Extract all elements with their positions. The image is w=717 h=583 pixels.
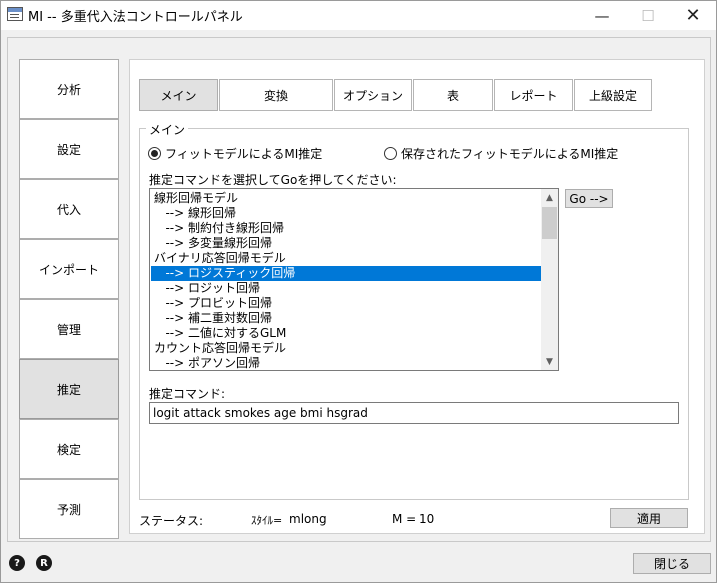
list-item[interactable]: --> プロビット回帰	[151, 296, 541, 311]
sidebar-item-estimate[interactable]: 推定	[19, 359, 119, 419]
list-item[interactable]: --> ロジスティック回帰	[151, 266, 541, 281]
list-item[interactable]: --> ロジット回帰	[151, 281, 541, 296]
close-icon: ✕	[685, 5, 701, 26]
style-label: ｽﾀｲﾙ=	[251, 514, 283, 527]
list-prompt: 推定コマンドを選択してGoを押してください:	[149, 173, 397, 187]
group-title: メイン	[146, 121, 189, 138]
minimize-button[interactable]: —	[579, 1, 625, 30]
apply-button[interactable]: 適用	[610, 508, 688, 528]
app-icon	[7, 7, 23, 21]
command-input[interactable]: logit attack smokes age bmi hsgrad	[149, 402, 679, 424]
radio-unchecked-icon	[384, 147, 397, 160]
maximize-icon: ☐	[641, 6, 655, 25]
go-button[interactable]: Go -->	[565, 189, 613, 208]
sidebar-item-label: 代入	[56, 202, 81, 217]
radio-saved-model[interactable]: 保存されたフィットモデルによるMI推定	[384, 145, 618, 162]
tab-main[interactable]: メイン	[139, 79, 218, 111]
apply-button-label: 適用	[636, 511, 661, 526]
sidebar-item-settings[interactable]: 設定	[19, 119, 119, 179]
tab-label: 変換	[263, 88, 288, 103]
tab-transform[interactable]: 変換	[219, 79, 333, 111]
sidebar-item-impute[interactable]: 代入	[19, 179, 119, 239]
minimize-icon: —	[594, 6, 610, 25]
radio-fit-model[interactable]: フィットモデルによるMI推定	[148, 145, 322, 162]
sidebar-item-label: 分析	[56, 82, 81, 97]
list-item[interactable]: --> 多変量線形回帰	[151, 236, 541, 251]
style-value: mlong	[289, 512, 327, 526]
sidebar: 分析 設定 代入 インポート 管理 推定 検定 予測	[19, 59, 119, 540]
tab-advanced[interactable]: 上級設定	[574, 79, 652, 111]
sidebar-item-label: 管理	[56, 322, 81, 337]
sidebar-item-analysis[interactable]: 分析	[19, 59, 119, 119]
list-item[interactable]: --> 二値に対するGLM	[151, 326, 541, 341]
status-label: ステータス:	[139, 514, 204, 528]
tab-label: レポート	[509, 88, 558, 103]
sidebar-item-label: 予測	[56, 502, 81, 517]
tab-options[interactable]: オプション	[334, 79, 412, 111]
list-item[interactable]: --> ポアソン回帰	[151, 356, 541, 370]
command-label: 推定コマンド:	[149, 387, 226, 401]
list-item[interactable]: --> 制約付き線形回帰	[151, 221, 541, 236]
radio-label: 保存されたフィットモデルによるMI推定	[401, 147, 619, 161]
title-bar: MI -- 多重代入法コントロールパネル — ☐ ✕	[1, 1, 716, 30]
list-item[interactable]: --> 線形回帰	[151, 206, 541, 221]
list-scrollbar[interactable]: ▲ ▼	[541, 189, 558, 370]
sidebar-item-label: インポート	[38, 262, 99, 277]
list-item[interactable]: バイナリ応答回帰モデル	[151, 251, 541, 266]
sidebar-item-label: 設定	[56, 142, 81, 157]
sidebar-item-predict[interactable]: 予測	[19, 479, 119, 539]
estimation-command-list[interactable]: 線形回帰モデル --> 線形回帰 --> 制約付き線形回帰 --> 多変量線形回…	[149, 188, 559, 371]
r-icon[interactable]: R	[36, 555, 52, 571]
radio-checked-icon	[148, 147, 161, 160]
radio-label: フィットモデルによるMI推定	[165, 147, 323, 161]
close-button[interactable]: 閉じる	[633, 553, 711, 574]
close-window-button[interactable]: ✕	[670, 1, 716, 30]
sidebar-item-manage[interactable]: 管理	[19, 299, 119, 359]
tab-label: メイン	[160, 88, 197, 103]
tab-table[interactable]: 表	[413, 79, 493, 111]
list-item[interactable]: カウント応答回帰モデル	[151, 341, 541, 356]
window-title: MI -- 多重代入法コントロールパネル	[28, 10, 243, 25]
sidebar-item-label: 検定	[56, 442, 81, 457]
sidebar-item-test[interactable]: 検定	[19, 419, 119, 479]
list-item[interactable]: 線形回帰モデル	[151, 191, 541, 206]
tab-report[interactable]: レポート	[494, 79, 573, 111]
sidebar-item-import[interactable]: インポート	[19, 239, 119, 299]
tab-label: 上級設定	[588, 88, 637, 103]
close-button-label: 閉じる	[653, 557, 690, 571]
help-icon[interactable]: ?	[9, 555, 25, 571]
tab-label: 表	[446, 88, 459, 103]
go-button-label: Go -->	[569, 191, 609, 206]
maximize-button[interactable]: ☐	[625, 1, 671, 30]
m-label: M =	[392, 512, 417, 526]
scroll-down-icon[interactable]: ▼	[541, 353, 558, 370]
scroll-up-icon[interactable]: ▲	[541, 189, 558, 206]
scroll-thumb[interactable]	[542, 207, 557, 239]
tab-label: オプション	[342, 88, 403, 103]
list-item[interactable]: --> 補二重対数回帰	[151, 311, 541, 326]
m-value: 10	[419, 512, 435, 526]
sidebar-item-label: 推定	[56, 382, 81, 397]
